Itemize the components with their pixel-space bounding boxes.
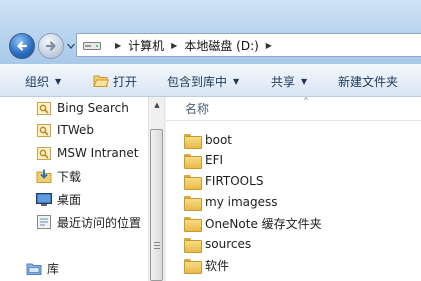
- organize-button[interactable]: 组织 ▼: [25, 65, 61, 97]
- nav-item-downloads[interactable]: 下载: [36, 166, 81, 186]
- open-folder-icon: [93, 75, 109, 87]
- back-button[interactable]: [9, 33, 35, 59]
- new-folder-label: 新建文件夹: [338, 74, 399, 89]
- share-button[interactable]: 共享 ▼: [271, 65, 307, 97]
- navigation-scrollbar[interactable]: ▲: [148, 97, 164, 281]
- nav-item-label: 库: [47, 261, 60, 276]
- include-in-library-button[interactable]: 包含到库中 ▼: [167, 65, 239, 97]
- arrow-left-icon: [17, 41, 28, 51]
- open-button[interactable]: 打开: [93, 65, 137, 97]
- scroll-up-icon[interactable]: ▲: [149, 97, 165, 113]
- favorite-link-icon: [36, 122, 52, 138]
- downloads-icon: [36, 168, 52, 184]
- scrollbar-thumb[interactable]: [150, 129, 163, 281]
- caret-down-icon: ▼: [55, 76, 62, 86]
- breadcrumb-drive-d[interactable]: 本地磁盘 (D:): [184, 37, 258, 54]
- nav-item-libraries[interactable]: 库: [26, 258, 59, 278]
- breadcrumb-separator-icon[interactable]: ▶: [266, 41, 272, 50]
- chevron-down-icon: [67, 43, 75, 49]
- file-name: sources: [205, 237, 252, 251]
- nav-item-recent-places[interactable]: 最近访问的位置: [36, 212, 141, 232]
- nav-item-label: MSW Intranet: [57, 146, 139, 160]
- forward-button[interactable]: [38, 33, 64, 59]
- recent-places-icon: [36, 214, 52, 230]
- file-name: EFI: [205, 153, 224, 167]
- list-item[interactable]: 软件: [184, 255, 229, 275]
- folder-icon: [184, 153, 202, 169]
- file-name: FIRTOOLS: [205, 174, 264, 188]
- favorite-link-icon: [36, 145, 52, 161]
- desktop-icon: [36, 191, 52, 207]
- file-name: 软件: [205, 258, 230, 273]
- navigation-pane: Bing Search ITWeb MSW Intranet 下载 桌面 最近访…: [0, 97, 164, 281]
- file-name: OneNote 缓存文件夹: [205, 216, 322, 231]
- nav-item-label: 桌面: [57, 192, 82, 207]
- column-header-label: 名称: [185, 102, 210, 116]
- list-item[interactable]: sources: [184, 234, 251, 254]
- folder-icon: [184, 216, 202, 232]
- breadcrumb-separator-icon[interactable]: ▶: [171, 41, 177, 50]
- breadcrumb-computer[interactable]: 计算机: [128, 37, 164, 54]
- folder-icon: [184, 258, 202, 274]
- computer-icon: [83, 40, 101, 51]
- new-folder-button[interactable]: 新建文件夹: [338, 65, 398, 97]
- nav-item-msw-intranet[interactable]: MSW Intranet: [36, 143, 138, 163]
- list-item[interactable]: my imagess: [184, 192, 278, 212]
- folder-icon: [184, 174, 202, 190]
- address-bar[interactable]: ▶ 计算机 ▶ 本地磁盘 (D:) ▶: [76, 33, 421, 57]
- libraries-icon: [26, 260, 42, 276]
- nav-item-itweb[interactable]: ITWeb: [36, 120, 94, 140]
- command-bar: 组织 ▼ 打开 包含到库中 ▼ 共享 ▼ 新建文件夹: [0, 64, 421, 97]
- open-label: 打开: [113, 74, 138, 89]
- breadcrumb-separator-icon[interactable]: ▶: [115, 41, 121, 50]
- favorite-link-icon: [36, 100, 52, 116]
- file-name: boot: [205, 133, 233, 147]
- folder-icon: [184, 195, 202, 211]
- title-bar: ▶ 计算机 ▶ 本地磁盘 (D:) ▶: [0, 0, 421, 64]
- arrow-right-icon: [45, 41, 56, 51]
- list-item[interactable]: OneNote 缓存文件夹: [184, 213, 322, 233]
- nav-item-bing-search[interactable]: Bing Search: [36, 98, 129, 118]
- grip-icon: [154, 242, 160, 249]
- list-item[interactable]: EFI: [184, 150, 223, 170]
- share-label: 共享: [271, 74, 296, 89]
- column-header-name[interactable]: ^ 名称: [166, 97, 421, 121]
- file-list: ^ 名称 boot EFI FIRTOOLS my imagess OneNot…: [166, 97, 421, 281]
- nav-item-label: 下载: [57, 169, 82, 184]
- sort-ascending-icon: ^: [303, 97, 309, 105]
- nav-item-desktop[interactable]: 桌面: [36, 189, 81, 209]
- folder-icon: [184, 133, 202, 149]
- nav-item-label: 最近访问的位置: [57, 215, 142, 230]
- file-name: my imagess: [205, 195, 278, 209]
- recent-pages-dropdown[interactable]: [66, 40, 76, 52]
- organize-label: 组织: [25, 74, 50, 89]
- list-item[interactable]: FIRTOOLS: [184, 171, 263, 191]
- nav-item-label: Bing Search: [57, 101, 129, 115]
- list-item[interactable]: boot: [184, 130, 232, 150]
- caret-down-icon: ▼: [301, 76, 308, 86]
- caret-down-icon: ▼: [233, 76, 240, 86]
- folder-icon: [184, 237, 202, 253]
- nav-item-label: ITWeb: [57, 123, 95, 137]
- include-in-library-label: 包含到库中: [167, 74, 228, 89]
